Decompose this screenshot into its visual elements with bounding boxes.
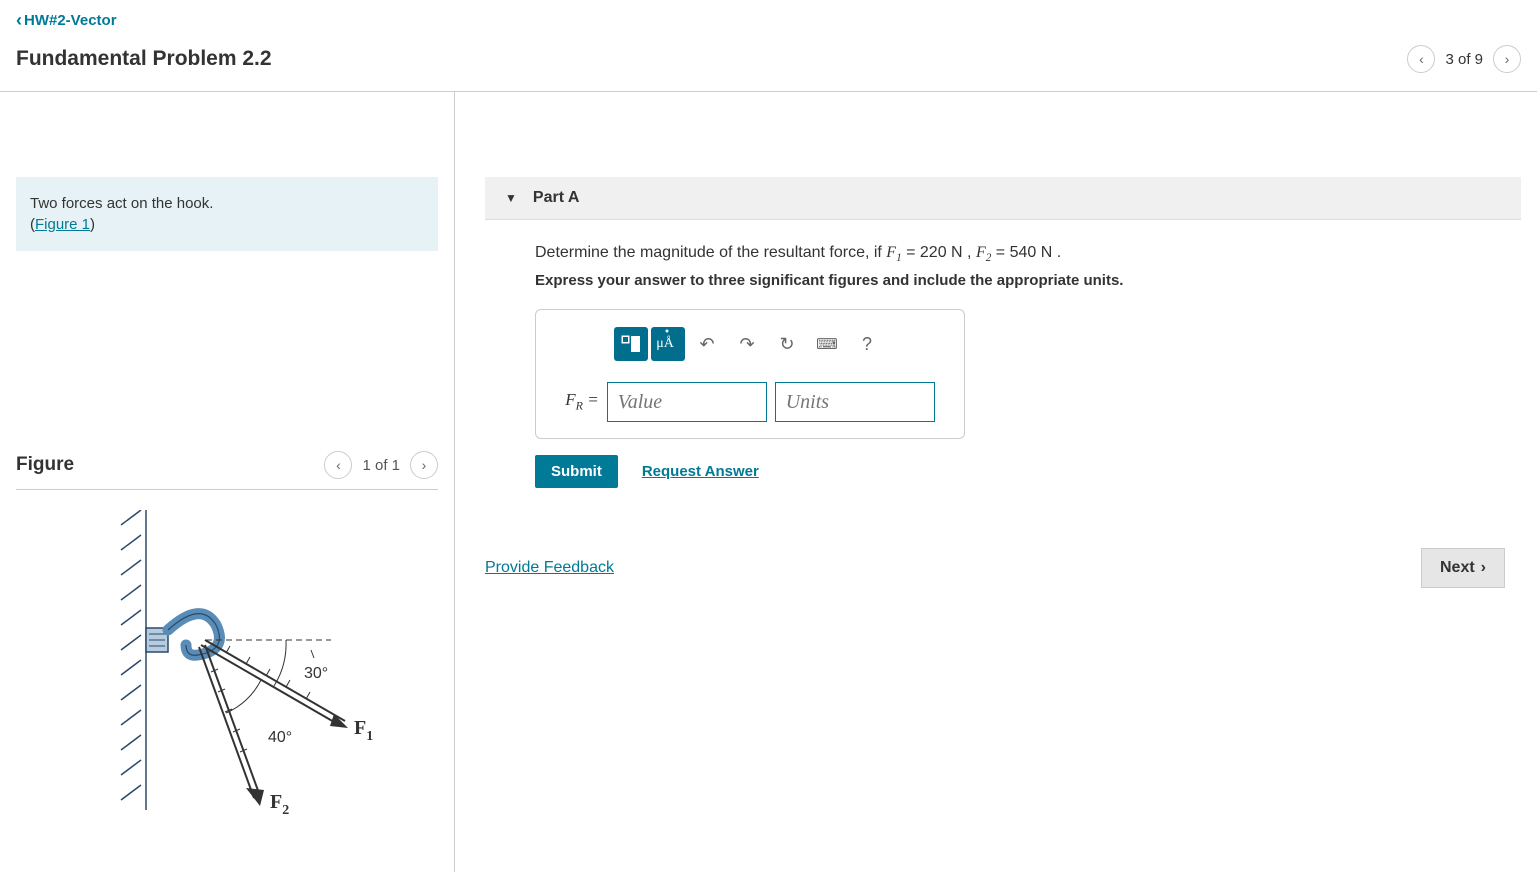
svg-text:30°: 30° xyxy=(304,665,328,682)
help-button[interactable]: ? xyxy=(848,326,886,362)
answer-box: μÅ ↶ ↷ ↻ ⌨ ? FR = xyxy=(535,309,965,439)
part-label: Part A xyxy=(533,189,580,207)
chevron-right-icon: › xyxy=(1481,559,1486,577)
undo-button[interactable]: ↶ xyxy=(688,326,726,362)
next-problem-button[interactable]: › xyxy=(1493,45,1521,73)
chevron-left-icon: ‹ xyxy=(16,10,22,31)
figure-title: Figure xyxy=(16,454,74,476)
figure-link[interactable]: Figure 1 xyxy=(35,216,90,233)
intro-box: Two forces act on the hook. (Figure 1) xyxy=(16,177,438,251)
figure-diagram: 30° 40° F1 F2 xyxy=(16,510,438,825)
value-input[interactable] xyxy=(607,382,767,422)
breadcrumb-link[interactable]: ‹ HW#2-Vector xyxy=(16,10,117,31)
problem-nav: ‹ 3 of 9 › xyxy=(1407,45,1521,73)
breadcrumb-text: HW#2-Vector xyxy=(24,12,117,29)
svg-text:40°: 40° xyxy=(268,729,292,746)
submit-button[interactable]: Submit xyxy=(535,455,618,488)
prev-problem-button[interactable]: ‹ xyxy=(1407,45,1435,73)
figure-counter: 1 of 1 xyxy=(362,457,400,474)
redo-button[interactable]: ↷ xyxy=(728,326,766,362)
problem-title: Fundamental Problem 2.2 xyxy=(16,47,272,71)
problem-counter: 3 of 9 xyxy=(1445,51,1483,68)
keyboard-button[interactable]: ⌨ xyxy=(808,326,846,362)
fr-label: FR = xyxy=(565,390,598,413)
prev-figure-button[interactable]: ‹ xyxy=(324,451,352,479)
part-header[interactable]: ▼ Part A xyxy=(485,177,1521,220)
request-answer-link[interactable]: Request Answer xyxy=(642,463,759,480)
svg-text:F2: F2 xyxy=(270,791,289,818)
collapse-icon: ▼ xyxy=(505,191,517,205)
svg-text:F1: F1 xyxy=(354,717,373,744)
reset-button[interactable]: ↻ xyxy=(768,326,806,362)
next-figure-button[interactable]: › xyxy=(410,451,438,479)
templates-button[interactable] xyxy=(614,327,648,361)
instruction-text: Express your answer to three significant… xyxy=(535,272,1501,289)
provide-feedback-link[interactable]: Provide Feedback xyxy=(485,559,614,577)
question-text: Determine the magnitude of the resultant… xyxy=(535,244,1501,264)
next-label: Next xyxy=(1440,559,1475,577)
units-input[interactable] xyxy=(775,382,935,422)
next-button[interactable]: Next › xyxy=(1421,548,1505,588)
units-button[interactable]: μÅ xyxy=(651,327,685,361)
intro-text: Two forces act on the hook. xyxy=(30,195,213,212)
